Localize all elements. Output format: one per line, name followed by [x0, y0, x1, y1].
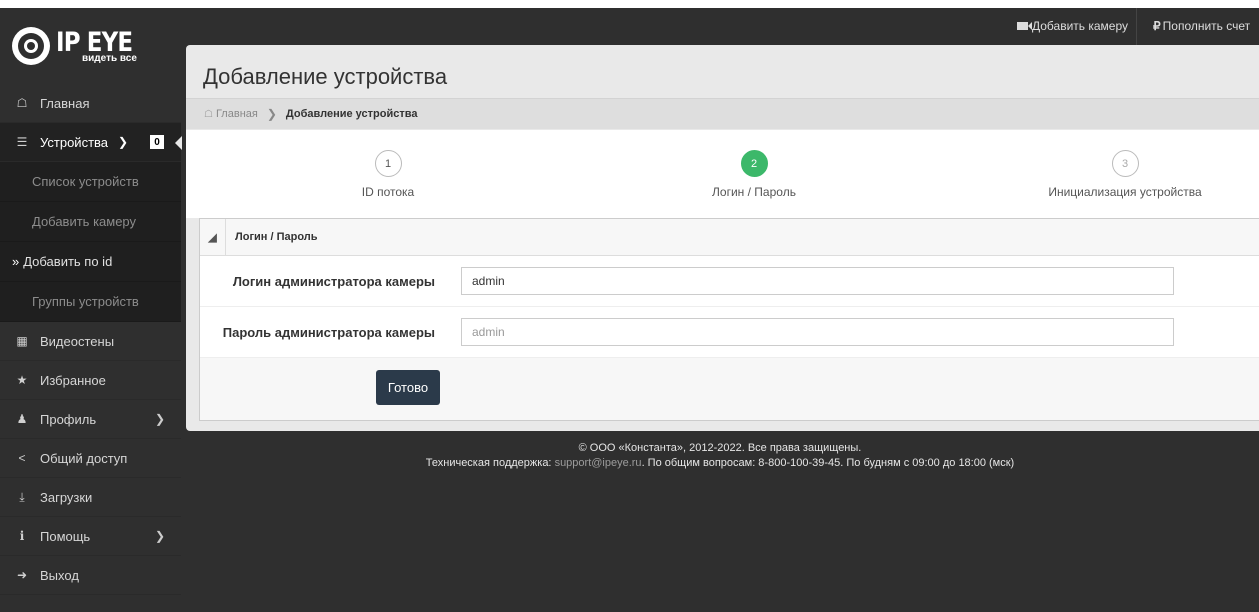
step-number: 1 — [374, 150, 402, 177]
chevron-right-icon: ❯ — [155, 529, 166, 543]
support-suffix: . По общим вопросам: 8-800-100-39-45. По… — [641, 457, 1015, 469]
sidebar-item-label: Избранное — [40, 372, 106, 388]
logo-title: IP EYE — [56, 26, 133, 58]
top-up-balance-link[interactable]: ₽ Пополнить счет — [1153, 19, 1250, 33]
sidebar-subitem-device-list[interactable]: Список устройств — [0, 162, 181, 202]
sidebar-subitem-label: Группы устройств — [32, 294, 139, 309]
eye-logo-icon — [12, 27, 50, 65]
top-bar: Добавить камеру ₽ Пополнить счет — [181, 8, 1259, 45]
sidebar-item-help[interactable]: i Помощь ❯ — [0, 517, 181, 556]
sidebar-item-devices[interactable]: ☰ Устройства ❯ 0 — [0, 123, 182, 162]
breadcrumb-home-link[interactable]: Главная — [216, 108, 258, 120]
sidebar-item-label: Профиль — [40, 411, 97, 427]
main-panel: Добавление устройства ☖ Главная ❯ Добавл… — [186, 45, 1259, 431]
logout-icon: ➜ — [16, 568, 28, 582]
sidebar-item-label: Устройства — [40, 134, 109, 150]
ruble-icon: ₽ — [1153, 19, 1161, 33]
share-icon: < — [18, 451, 26, 465]
sidebar-item-home[interactable]: ☖ Главная — [0, 84, 181, 123]
form-section-title: Логин / Пароль — [235, 231, 318, 243]
video-camera-icon — [1017, 22, 1032, 30]
sidebar-subitem-device-groups[interactable]: Группы устройств — [0, 282, 181, 322]
sidebar-item-label: Общий доступ — [40, 450, 128, 466]
list-icon: ☰ — [16, 135, 28, 149]
sidebar-item-downloads[interactable]: ⤓ Загрузки — [0, 478, 181, 517]
sidebar-subitem-add-by-id[interactable]: » Добавить по id — [0, 242, 181, 282]
wizard-step-3[interactable]: 3 Инициализация устройства — [1040, 150, 1210, 199]
wizard-step-2[interactable]: 2 Логин / Пароль — [689, 150, 819, 199]
step-label: Логин / Пароль — [712, 185, 796, 199]
star-icon: ★ — [16, 373, 28, 387]
sidebar-subitem-label: Добавить по id — [23, 254, 113, 269]
support-email-link[interactable]: support@ipeye.ru — [555, 457, 642, 469]
support-prefix: Техническая поддержка: — [425, 457, 552, 469]
sidebar-item-label: Загрузки — [40, 489, 93, 505]
grid-icon: ▦ — [16, 334, 28, 348]
step-label: Инициализация устройства — [1048, 185, 1202, 199]
chevron-right-icon: ❯ — [266, 107, 277, 121]
password-label: Пароль администратора камеры — [222, 324, 435, 340]
sidebar-item-label: Видеостены — [40, 333, 115, 349]
sidebar: IP EYE видеть все ☖ Главная ☰ Устройства… — [0, 8, 182, 612]
page-title: Добавление устройства — [203, 64, 448, 89]
breadcrumb: ☖ Главная ❯ Добавление устройства — [186, 98, 1259, 129]
breadcrumb-current: Добавление устройства — [285, 108, 418, 120]
login-row: Логин администратора камеры — [200, 256, 1259, 307]
double-chevron-right-icon: » — [12, 254, 20, 269]
info-icon: i — [19, 529, 25, 543]
sidebar-subitem-label: Список устройств — [32, 174, 139, 189]
add-camera-label: Добавить камеру — [1032, 19, 1129, 33]
wizard-step-1[interactable]: 1 ID потока — [338, 150, 438, 199]
wizard-steps: 1 ID потока 2 Логин / Пароль 3 Инициализ… — [186, 130, 1259, 218]
password-input[interactable] — [461, 318, 1174, 346]
chevron-right-icon: ❯ — [155, 412, 166, 426]
logo[interactable]: IP EYE видеть все — [0, 8, 181, 84]
step-number: 2 — [740, 150, 768, 177]
sidebar-item-sharing[interactable]: < Общий доступ — [0, 439, 181, 478]
done-button[interactable]: Готово — [376, 370, 440, 405]
sidebar-item-profile[interactable]: ♟ Профиль ❯ — [0, 400, 181, 439]
app-root: IP EYE видеть все ☖ Главная ☰ Устройства… — [0, 8, 1259, 612]
step-label: ID потока — [361, 185, 415, 199]
download-icon: ⤓ — [19, 489, 25, 504]
footer: © ООО «Константа», 2012-2022. Все права … — [181, 441, 1259, 471]
sidebar-item-favorites[interactable]: ★ Избранное — [0, 361, 181, 400]
device-count-badge: 0 — [150, 135, 164, 149]
top-up-label: Пополнить счет — [1162, 19, 1251, 33]
top-divider — [1136, 8, 1137, 45]
sidebar-subitem-add-camera[interactable]: Добавить камеру — [0, 202, 181, 242]
home-icon: ☖ — [16, 96, 28, 110]
sidebar-item-label: Главная — [40, 95, 90, 111]
step-number: 3 — [1111, 150, 1139, 177]
add-camera-link[interactable]: Добавить камеру — [1017, 19, 1128, 33]
lock-icon: ◢ — [200, 218, 226, 256]
user-icon: ♟ — [16, 412, 28, 426]
chevron-down-icon: ❯ — [118, 135, 129, 149]
form-actions: Готово — [200, 358, 1259, 420]
sidebar-subitem-label: Добавить камеру — [32, 214, 137, 229]
form-header: ◢ Логин / Пароль — [200, 218, 1259, 256]
home-icon: ☖ — [204, 108, 213, 120]
password-row: Пароль администратора камеры — [200, 307, 1259, 358]
login-label: Логин администратора камеры — [232, 273, 435, 289]
login-input[interactable] — [461, 267, 1174, 295]
sidebar-item-label: Выход — [40, 567, 79, 583]
sidebar-item-videowalls[interactable]: ▦ Видеостены — [0, 322, 181, 361]
support-line: Техническая поддержка: support@ipeye.ru.… — [181, 456, 1259, 471]
credentials-form: ◢ Логин / Пароль Логин администратора ка… — [199, 218, 1259, 421]
sidebar-item-logout[interactable]: ➜ Выход — [0, 556, 181, 595]
sidebar-item-label: Помощь — [40, 528, 91, 544]
copyright-text: © ООО «Константа», 2012-2022. Все права … — [578, 442, 862, 454]
